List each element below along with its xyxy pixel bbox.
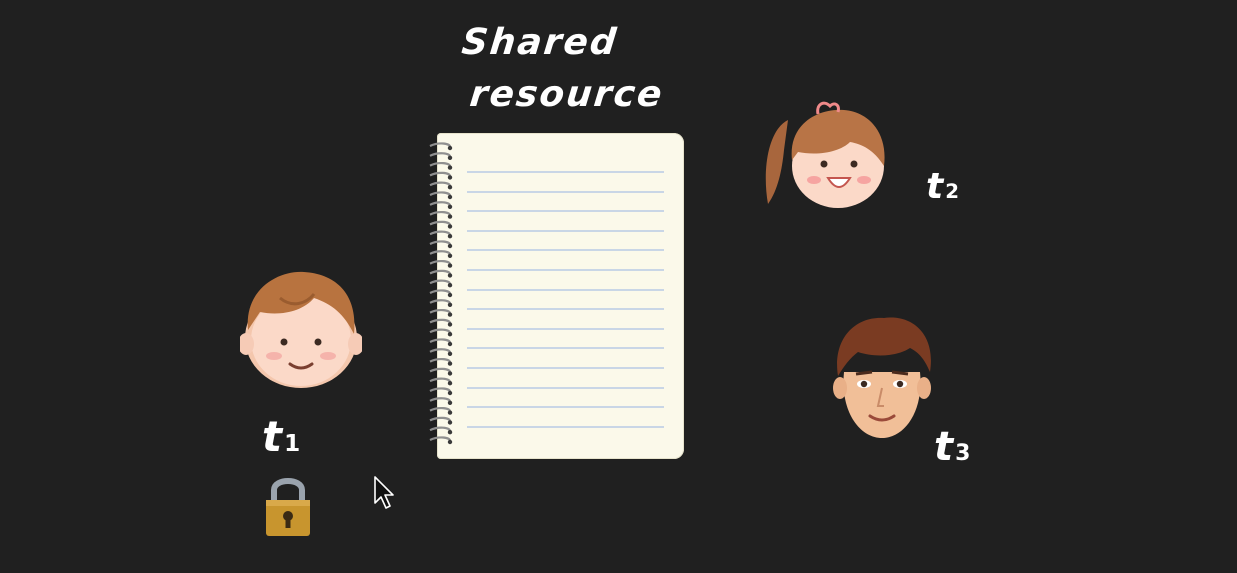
spiral-hole xyxy=(447,420,453,425)
notebook-rule-line xyxy=(467,406,664,409)
spiral-ring xyxy=(429,407,452,412)
spiral-ring xyxy=(429,318,452,324)
spiral-hole xyxy=(447,253,453,258)
spiral-hole xyxy=(447,361,453,366)
spiral-hole xyxy=(447,312,453,317)
spiral-hole xyxy=(447,224,453,229)
spiral-ring xyxy=(429,358,452,363)
notebook-rule-line xyxy=(467,210,664,213)
spiral-hole xyxy=(447,400,453,405)
title-line-2: resource xyxy=(467,74,666,115)
spiral-hole xyxy=(447,263,453,268)
spiral-hole xyxy=(447,175,453,180)
thread-label-t3: t3 xyxy=(934,424,972,470)
spiral-ring xyxy=(429,377,452,383)
spiral-ring xyxy=(429,250,452,256)
spiral-ring xyxy=(429,279,452,285)
spiral-notebook-icon xyxy=(437,133,684,459)
spiral-ring xyxy=(429,338,452,344)
spiral-ring xyxy=(429,260,452,265)
notebook-spiral-binding xyxy=(429,142,453,445)
thread-label-t3-base: t xyxy=(934,424,956,470)
man-face-icon xyxy=(833,317,931,438)
thread-label-t2-base: t xyxy=(926,166,946,207)
notebook-rule-line xyxy=(467,425,664,428)
spiral-ring xyxy=(429,171,452,177)
thread-label-t3-sub: 3 xyxy=(955,441,973,466)
spiral-hole xyxy=(447,439,453,445)
spiral-hole xyxy=(447,204,453,209)
spiral-hole xyxy=(447,430,453,435)
spiral-hole xyxy=(447,185,453,190)
notebook-rule-line xyxy=(467,308,664,311)
spiral-ring xyxy=(429,162,452,167)
spiral-ring xyxy=(429,348,452,354)
thread-label-t1-base: t xyxy=(262,412,285,461)
spiral-ring xyxy=(429,436,452,442)
spiral-ring xyxy=(429,201,452,207)
spiral-ring xyxy=(429,191,452,197)
spiral-hole xyxy=(447,155,453,160)
spiral-hole xyxy=(447,165,453,170)
thread-label-t1: t1 xyxy=(262,412,302,461)
spiral-ring xyxy=(429,230,452,236)
notebook-rule-line xyxy=(467,269,664,271)
notebook-rule-line xyxy=(467,249,664,252)
spiral-hole xyxy=(447,410,453,415)
notebook-rule-line xyxy=(467,386,664,389)
spiral-ring xyxy=(429,426,452,432)
spiral-ring xyxy=(429,299,452,305)
spiral-ring xyxy=(429,211,452,216)
spiral-hole xyxy=(447,292,453,298)
notebook-rule-line xyxy=(467,190,664,193)
spiral-hole xyxy=(447,243,453,249)
spiral-ring xyxy=(429,397,452,403)
padlock-icon xyxy=(266,478,310,536)
spiral-ring xyxy=(429,328,452,334)
spiral-ring xyxy=(429,289,452,295)
spiral-hole xyxy=(447,234,453,239)
mouse-pointer-icon xyxy=(374,476,394,509)
spiral-hole xyxy=(447,390,453,396)
spiral-hole xyxy=(447,283,453,288)
slide-canvas: Shared resource t1 t2 t3 xyxy=(0,0,1237,573)
thread-label-t2: t2 xyxy=(926,166,961,207)
spiral-ring xyxy=(429,181,452,187)
boy-face-icon xyxy=(240,271,362,388)
spiral-hole xyxy=(447,145,453,151)
spiral-ring xyxy=(429,309,452,314)
girl-face-icon xyxy=(765,101,885,208)
notebook-rule-line xyxy=(467,288,664,291)
spiral-ring xyxy=(429,416,452,422)
spiral-ring xyxy=(429,142,452,148)
spiral-hole xyxy=(447,322,453,327)
thread-label-t1-sub: 1 xyxy=(284,431,303,457)
spiral-ring xyxy=(429,367,452,373)
spiral-hole xyxy=(447,341,453,347)
notebook-rule-line xyxy=(467,327,664,330)
spiral-hole xyxy=(447,371,453,376)
spiral-ring xyxy=(429,152,452,158)
spiral-hole xyxy=(447,381,453,386)
spiral-hole xyxy=(447,214,453,219)
spiral-hole xyxy=(447,332,453,337)
spiral-ring xyxy=(429,269,452,275)
spiral-ring xyxy=(429,240,452,246)
spiral-hole xyxy=(447,194,453,200)
notebook-rule-line xyxy=(467,229,664,232)
spiral-hole xyxy=(447,351,453,356)
spiral-hole xyxy=(447,273,453,278)
title-line-1: Shared xyxy=(459,22,620,63)
notebook-rule-line xyxy=(467,171,664,173)
spiral-hole xyxy=(447,302,453,307)
spiral-ring xyxy=(429,220,452,226)
notebook-rule-line xyxy=(467,347,664,350)
thread-label-t2-sub: 2 xyxy=(945,180,961,203)
notebook-rule-line xyxy=(467,367,664,369)
spiral-ring xyxy=(429,387,452,393)
